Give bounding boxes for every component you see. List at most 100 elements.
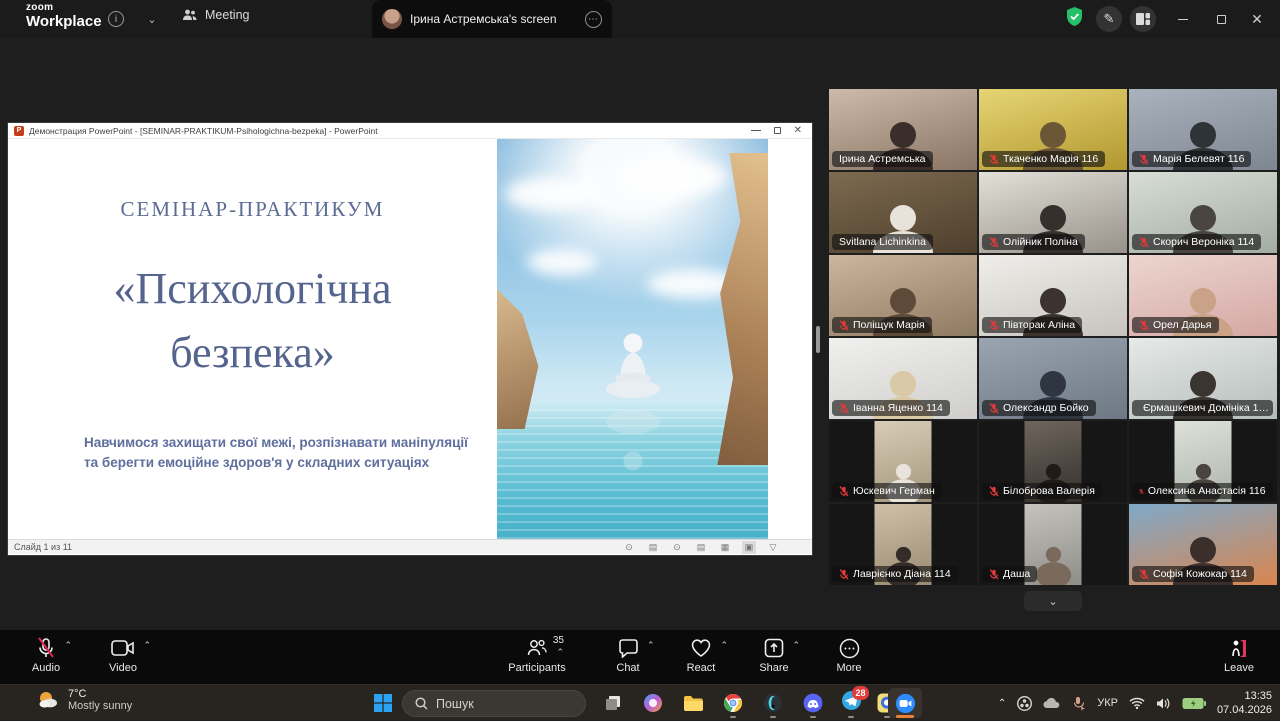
- share-button[interactable]: ⌃ Share: [736, 635, 812, 674]
- sorter-view-icon[interactable]: ▦: [718, 541, 732, 554]
- participant-tile[interactable]: Іванна Яценко 114: [829, 338, 977, 419]
- ppt-minimize-icon[interactable]: [751, 130, 761, 131]
- people-icon: [182, 8, 198, 22]
- zoom-titlebar: zoom Workplace i ⌄ Meeting Ірина Астремс…: [0, 0, 1280, 38]
- participant-tile[interactable]: Ірина Астремська: [829, 89, 977, 170]
- ppt-close-icon[interactable]: ✕: [794, 125, 802, 136]
- info-icon[interactable]: i: [108, 11, 124, 27]
- participant-tile[interactable]: Олійник Поліна: [979, 172, 1127, 253]
- react-button[interactable]: ⌃ React: [663, 635, 739, 674]
- tab-shared-screen[interactable]: Ірина Астремська's screen ⋯: [372, 0, 612, 38]
- participant-name-label: Орел Дарья: [1132, 317, 1219, 333]
- participant-name: Поліщук Марія: [853, 319, 925, 331]
- normal-view-icon[interactable]: ▤: [694, 541, 708, 554]
- tab-meeting[interactable]: Meeting: [182, 8, 249, 22]
- slide-subtitle: Навчимося захищати свої межі, розпізнава…: [84, 433, 484, 472]
- participant-tile[interactable]: Софія Кожокар 114: [1129, 504, 1277, 585]
- panel-resize-handle[interactable]: [816, 326, 820, 353]
- participants-options-caret[interactable]: ⌃: [556, 647, 564, 658]
- task-view-button[interactable]: [596, 688, 630, 718]
- participant-name-label: Єрмашкевич Домініка 1…: [1132, 400, 1273, 416]
- participants-icon: [526, 638, 548, 658]
- participant-tile[interactable]: Орел Дарья: [1129, 255, 1277, 336]
- prev-slide-icon[interactable]: ⊙: [622, 541, 636, 554]
- participant-tile[interactable]: Єрмашкевич Домініка 1…: [1129, 338, 1277, 419]
- tab-options-icon[interactable]: ⋯: [585, 11, 602, 28]
- audio-button[interactable]: ⌃ Audio: [8, 635, 84, 674]
- slide-title: «Психологічна безпека»: [8, 257, 497, 385]
- video-button[interactable]: ⌃ Video: [85, 635, 161, 674]
- chat-button[interactable]: ⌃ Chat: [590, 635, 666, 674]
- leave-button[interactable]: Leave: [1201, 635, 1277, 674]
- volume-icon[interactable]: [1156, 697, 1171, 710]
- opera-browser-button[interactable]: [756, 688, 790, 718]
- reading-view-icon[interactable]: ▣: [742, 541, 756, 554]
- weather-widget[interactable]: 7°C Mostly sunny: [36, 688, 132, 712]
- maximize-button[interactable]: [1210, 6, 1232, 32]
- participant-tile[interactable]: Svitlana Lichinkina: [829, 172, 977, 253]
- slide-canvas: СЕМІНАР-ПРАКТИКУМ «Психологічна безпека»…: [8, 139, 812, 539]
- language-indicator[interactable]: УКР: [1097, 697, 1118, 709]
- participant-tile[interactable]: Лаврієнко Діана 114: [829, 504, 977, 585]
- chrome-button[interactable]: [716, 688, 750, 718]
- security-shield-icon[interactable]: [1065, 6, 1084, 28]
- close-button[interactable]: ✕: [1246, 6, 1268, 32]
- telegram-button[interactable]: 28: [834, 688, 868, 718]
- participants-button[interactable]: 35 ⌃ Participants: [499, 635, 575, 674]
- slideshow-icon[interactable]: ▽: [766, 541, 780, 554]
- windows-taskbar: 7°C Mostly sunny Пошук: [0, 684, 1280, 720]
- participant-tile[interactable]: Олександр Бойко: [979, 338, 1127, 419]
- participant-name-label: Софія Кожокар 114: [1132, 566, 1254, 582]
- view-layout-button[interactable]: [1130, 6, 1156, 32]
- discord-button[interactable]: [796, 688, 830, 718]
- participant-tile[interactable]: Скорич Вероніка 114: [1129, 172, 1277, 253]
- participant-tile[interactable]: Юскевич Герман: [829, 421, 977, 502]
- battery-icon[interactable]: [1182, 697, 1206, 710]
- annotation-icon[interactable]: ▤: [646, 541, 660, 554]
- ppt-restore-icon[interactable]: [774, 127, 781, 134]
- scroll-participants-button[interactable]: ⌄: [1024, 591, 1082, 611]
- participants-count: 35: [553, 635, 564, 646]
- file-explorer-button[interactable]: [676, 688, 710, 718]
- react-options-caret[interactable]: ⌃: [720, 640, 728, 651]
- participant-tile[interactable]: Білоброва Валерія: [979, 421, 1127, 502]
- participant-name-label: Поліщук Марія: [832, 317, 932, 333]
- more-button[interactable]: More: [811, 635, 887, 674]
- minimize-button[interactable]: [1172, 6, 1194, 32]
- clock-widget[interactable]: 13:35 07.04.2026: [1217, 689, 1272, 718]
- participant-tile[interactable]: Півторак Аліна: [979, 255, 1127, 336]
- next-slide-icon[interactable]: ⊙: [670, 541, 684, 554]
- participant-tile[interactable]: Даша: [979, 504, 1127, 585]
- share-options-caret[interactable]: ⌃: [792, 640, 800, 651]
- leave-label: Leave: [1224, 662, 1254, 674]
- annotate-pen-button[interactable]: ✎: [1096, 6, 1122, 32]
- wifi-icon[interactable]: [1129, 697, 1145, 709]
- video-label: Video: [109, 662, 137, 674]
- tray-expand-icon[interactable]: ⌃: [998, 698, 1006, 709]
- zoom-app-button[interactable]: [888, 688, 922, 718]
- opera-browser-icon: [763, 693, 783, 713]
- tab-meeting-label: Meeting: [205, 8, 249, 22]
- video-options-caret[interactable]: ⌃: [143, 640, 151, 651]
- powerpoint-titlebar[interactable]: P Демонстрация PowerPoint - [SEMINAR-PRA…: [8, 123, 812, 139]
- copilot-button[interactable]: [636, 688, 670, 718]
- participant-name: Олійник Поліна: [1003, 236, 1078, 248]
- muted-mic-icon: [1139, 154, 1149, 165]
- participant-name-label: Ірина Астремська: [832, 151, 933, 167]
- participant-tile[interactable]: Олексина Анастасія 116: [1129, 421, 1277, 502]
- obs-tray-icon[interactable]: [1017, 696, 1032, 711]
- participant-tile[interactable]: Марія Белевят 116: [1129, 89, 1277, 170]
- participant-name: Svitlana Lichinkina: [839, 236, 926, 248]
- mic-tray-icon[interactable]: [1072, 696, 1086, 711]
- participant-tile[interactable]: Ткаченко Марія 116: [979, 89, 1127, 170]
- search-box[interactable]: Пошук: [402, 690, 586, 717]
- copilot-icon: [643, 693, 663, 713]
- onedrive-tray-icon[interactable]: [1043, 697, 1061, 709]
- participant-tile[interactable]: Поліщук Марія: [829, 255, 977, 336]
- chat-options-caret[interactable]: ⌃: [647, 640, 655, 651]
- chevron-down-icon[interactable]: ⌄: [142, 9, 162, 29]
- audio-options-caret[interactable]: ⌃: [64, 640, 72, 651]
- start-button[interactable]: [366, 688, 400, 718]
- windows-logo-icon: [374, 694, 392, 712]
- participant-name-label: Скорич Вероніка 114: [1132, 234, 1261, 250]
